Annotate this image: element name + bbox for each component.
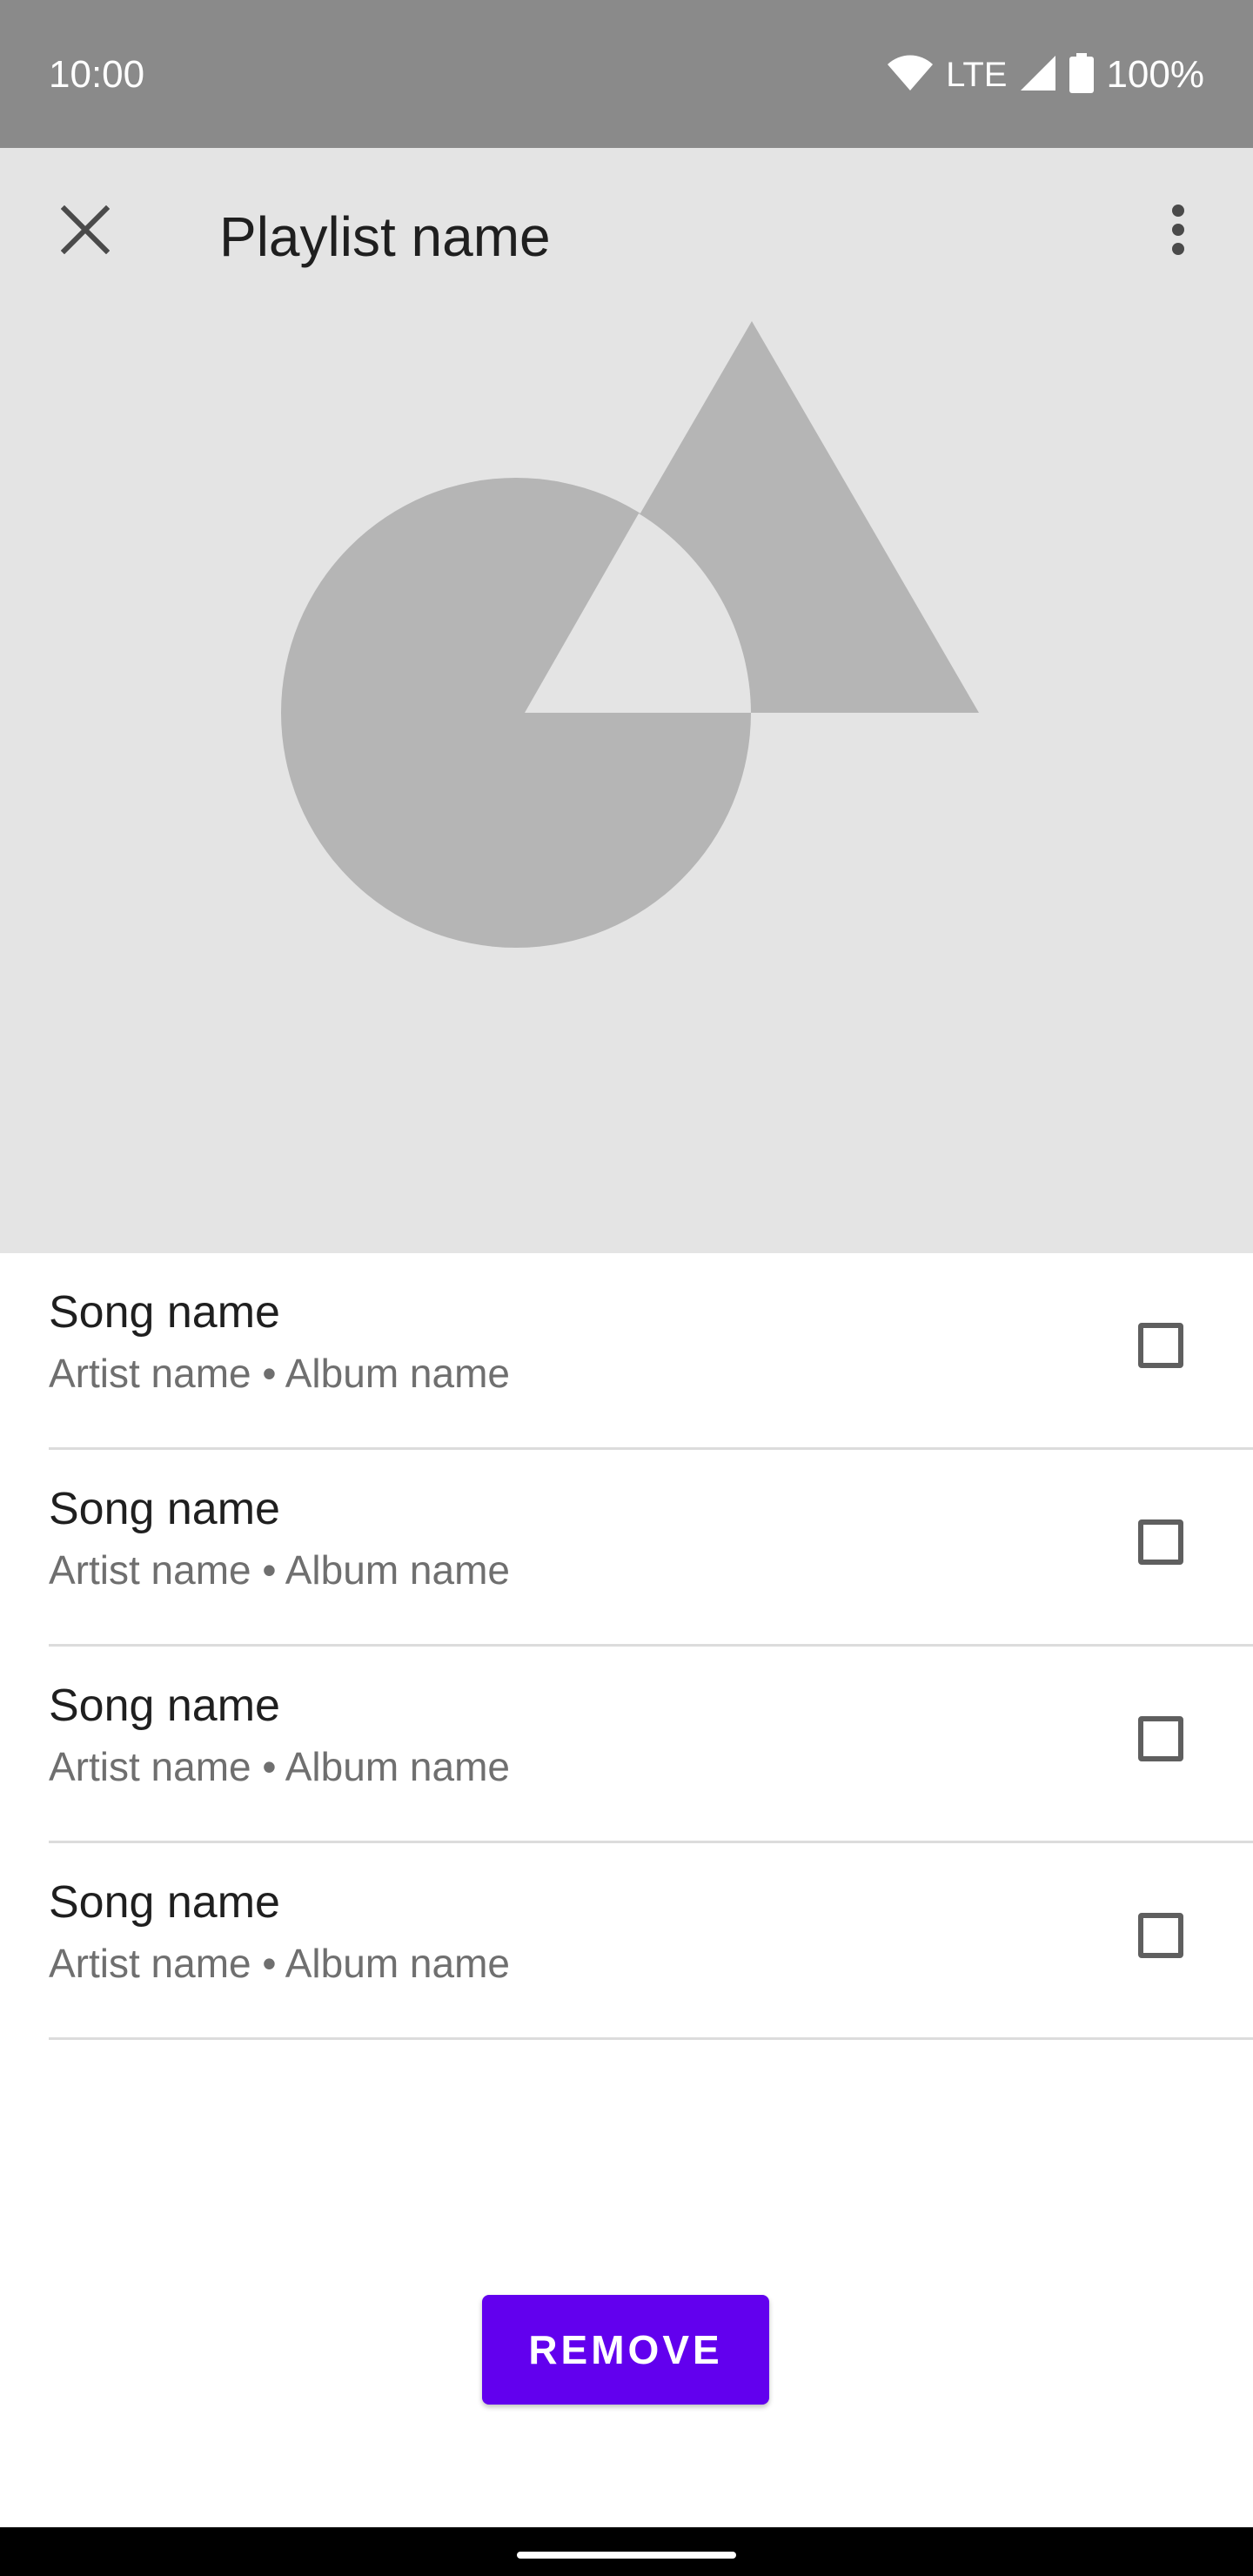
song-title: Song name [49, 1484, 280, 1534]
song-subtitle: Artist name • Album name [49, 1744, 510, 1789]
song-checkbox[interactable] [1138, 1913, 1183, 1958]
song-title: Song name [49, 1877, 280, 1928]
song-title: Song name [49, 1680, 280, 1731]
wifi-icon [887, 54, 934, 97]
more-options-button[interactable] [1135, 188, 1222, 275]
song-list: Song name Artist name • Album name Song … [0, 1253, 1253, 2040]
app-bar: Playlist name [0, 148, 1253, 322]
song-checkbox[interactable] [1138, 1519, 1183, 1565]
cellular-signal-icon [1019, 54, 1057, 97]
song-subtitle: Artist name • Album name [49, 1941, 510, 1986]
network-type: LTE [946, 56, 1008, 94]
list-item[interactable]: Song name Artist name • Album name [49, 1450, 1253, 1647]
home-gesture-handle[interactable] [517, 2552, 736, 2559]
status-bar: 10:00 LTE 100% [0, 0, 1253, 148]
navigation-bar [0, 2527, 1253, 2576]
song-checkbox[interactable] [1138, 1323, 1183, 1368]
status-icons: LTE 100% [887, 50, 1204, 99]
song-title: Song name [49, 1287, 280, 1338]
remove-button[interactable]: REMOVE [482, 2295, 769, 2405]
close-button[interactable] [42, 188, 129, 275]
list-item[interactable]: Song name Artist name • Album name [49, 1843, 1253, 2040]
song-checkbox[interactable] [1138, 1716, 1183, 1761]
song-subtitle: Artist name • Album name [49, 1351, 510, 1396]
list-item[interactable]: Song name Artist name • Album name [49, 1647, 1253, 1843]
battery-icon [1069, 52, 1095, 97]
more-vert-icon [1171, 204, 1185, 260]
close-icon [60, 205, 111, 258]
status-time: 10:00 [49, 53, 145, 96]
list-item[interactable]: Song name Artist name • Album name [49, 1253, 1253, 1450]
page-title: Playlist name [219, 205, 551, 268]
song-subtitle: Artist name • Album name [49, 1547, 510, 1593]
battery-percent: 100% [1106, 53, 1204, 96]
playlist-header: Playlist name [0, 148, 1253, 1253]
